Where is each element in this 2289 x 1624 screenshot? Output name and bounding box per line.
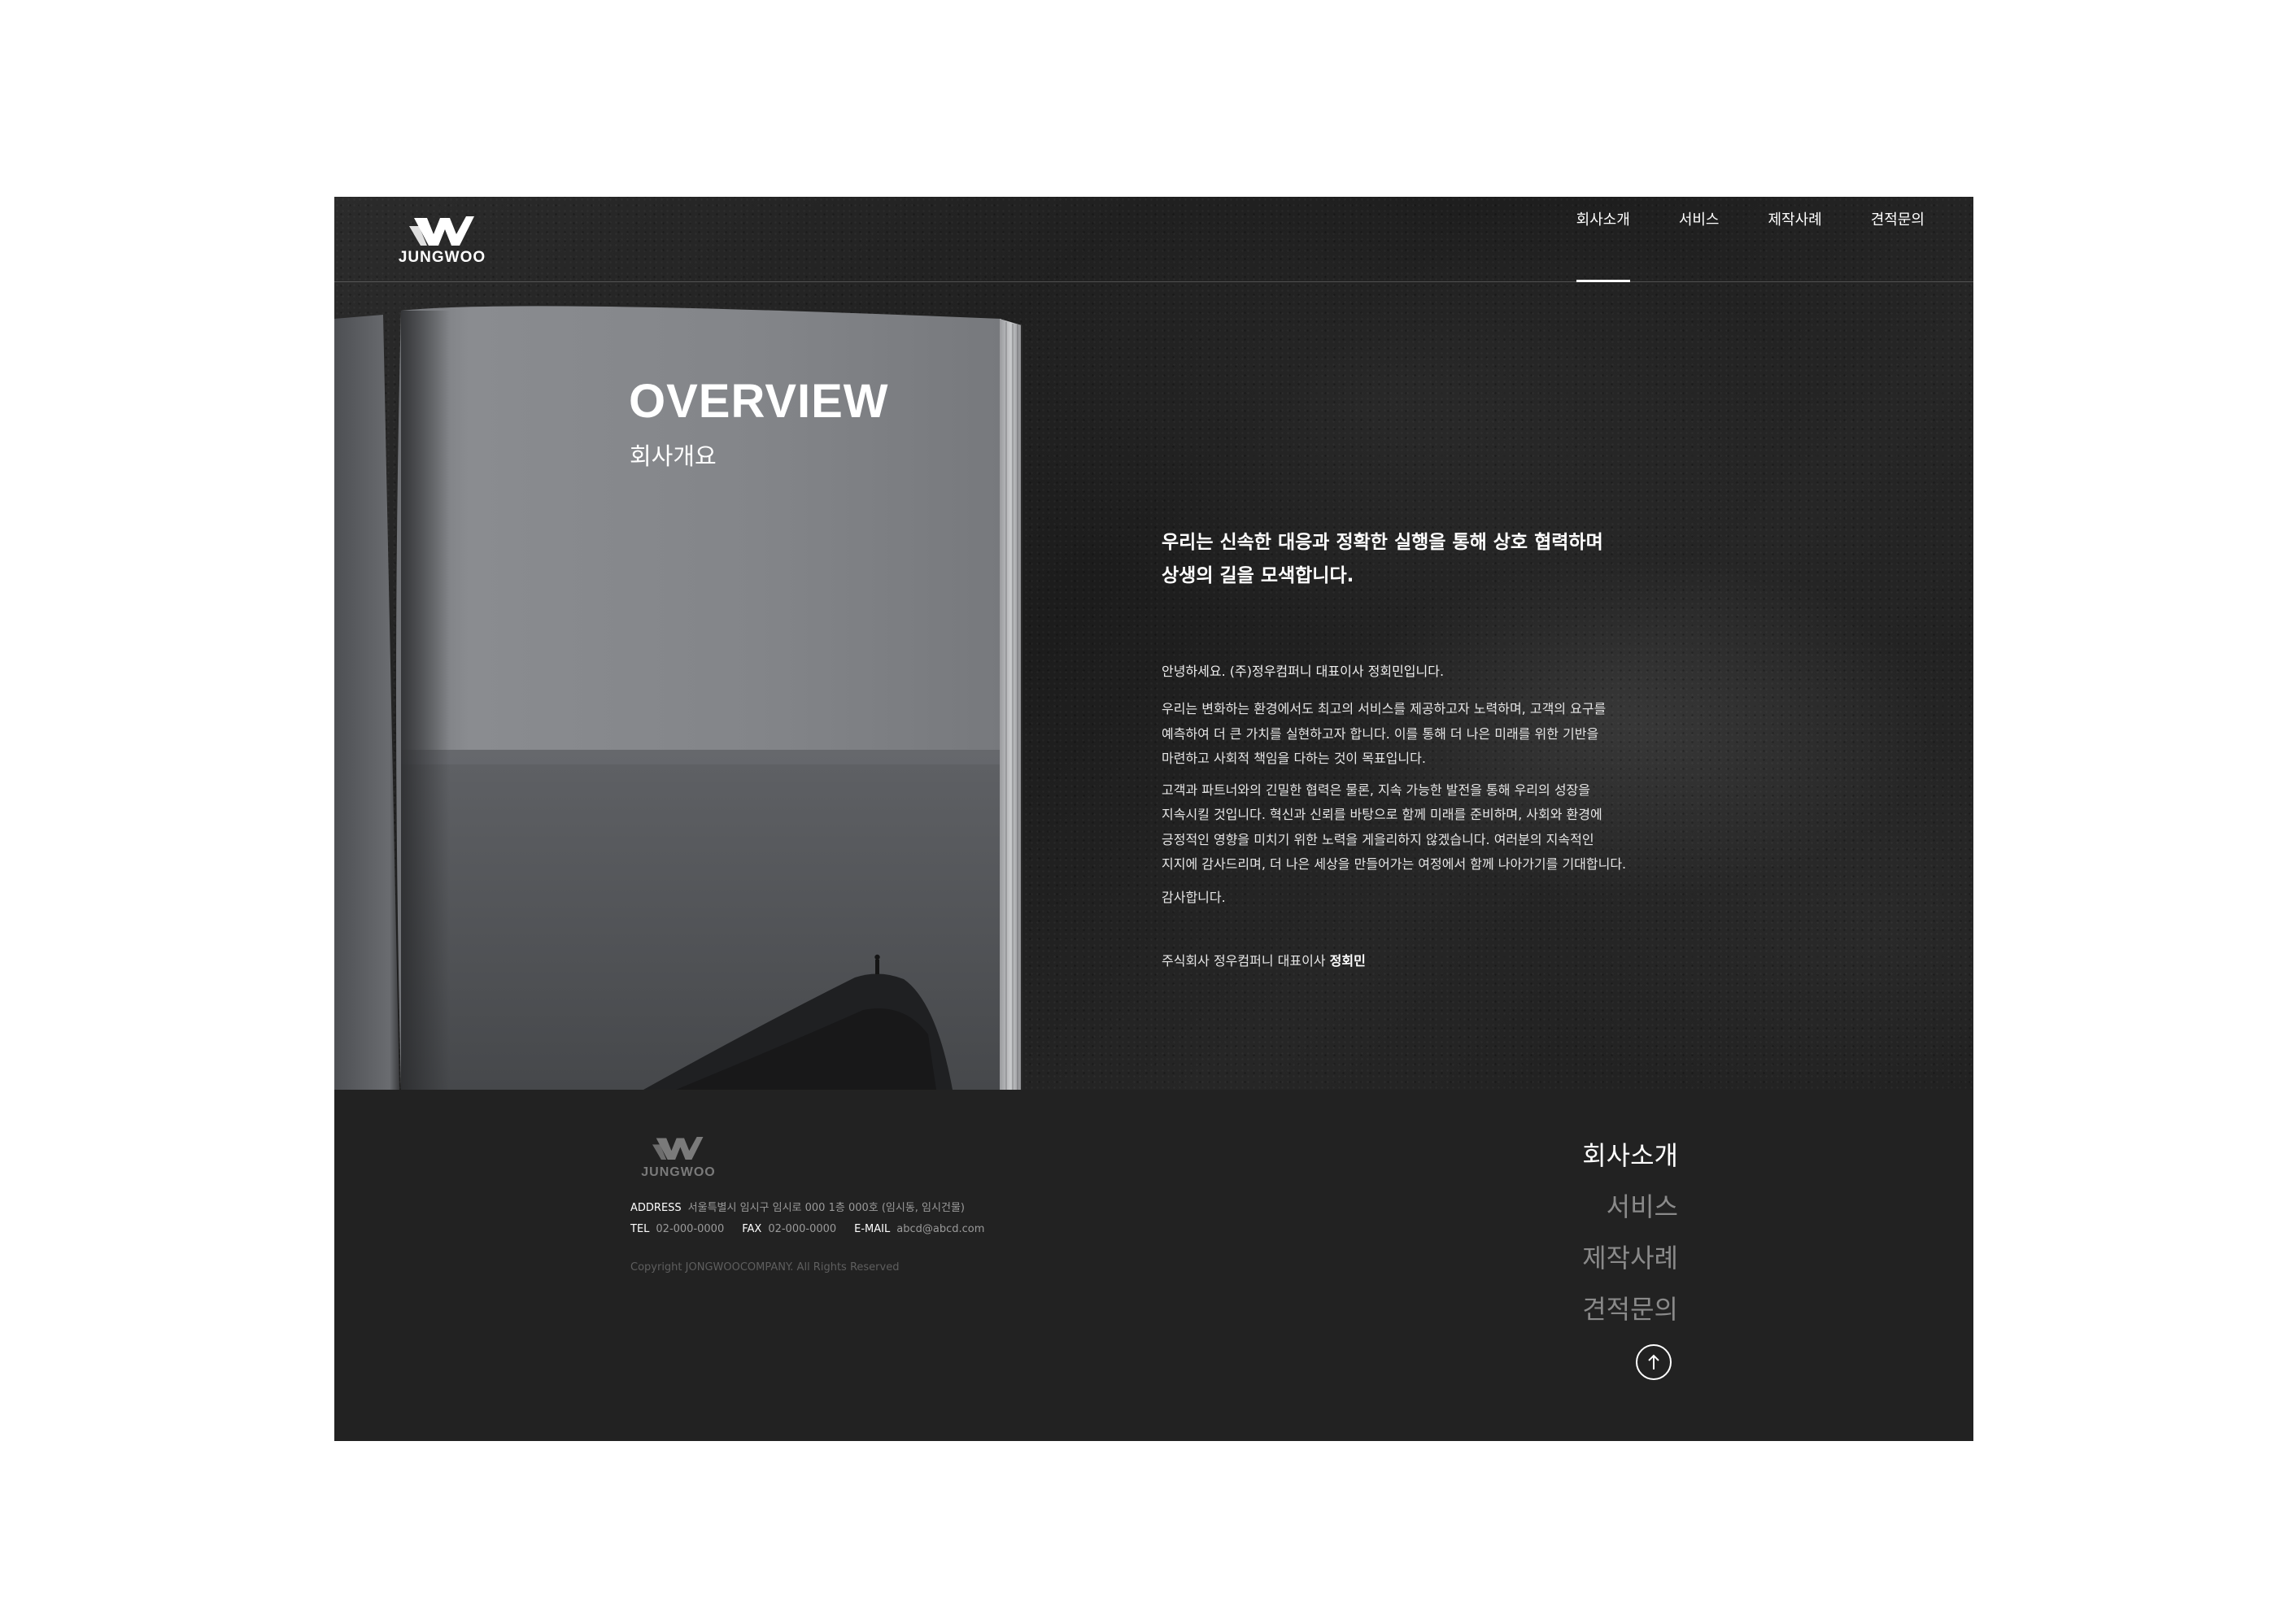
brand-logo[interactable]: JUNGWOO	[383, 215, 501, 267]
contact-row: TEL 02-000-0000 FAX 02-000-0000 E-MAIL abcd@a…	[630, 1219, 984, 1240]
footer-nav-portfolio[interactable]: 제작사례	[1582, 1233, 1678, 1284]
greeting-text: 안녕하세요. (주)정우컴퍼니 대표이사 정회민입니다.	[1162, 664, 1445, 679]
site-header: JUNGWOO 회사소개 서비스 제작사례 견적문의	[334, 197, 1973, 282]
address-row: ADDRESS 서울특별시 임시구 임시로 000 1층 000호 (임시동, 임…	[630, 1198, 984, 1219]
company-info: ADDRESS 서울특별시 임시구 임시로 000 1층 000호 (임시동, 임…	[630, 1198, 984, 1240]
footer-nav: 회사소개 서비스 제작사례 견적문의	[1582, 1130, 1678, 1335]
site-footer: JUNGWOO ADDRESS 서울특별시 임시구 임시로 000 1층 000호…	[334, 1090, 1973, 1441]
brand-wordmark: JUNGWOO	[398, 249, 486, 266]
message-paragraph-1: 우리는 변화하는 환경에서도 최고의 서비스를 제공하고자 노력하며, 고객의 …	[1162, 697, 1698, 772]
ceo-message: 우리는 신속한 대응과 정확한 실행을 통해 상호 협력하며 상생의 길을 모색…	[1162, 526, 1698, 973]
footer-logo[interactable]: JUNGWOO	[630, 1135, 727, 1181]
para1-line: 예측하여 더 큰 가치를 실현하고자 합니다. 이를 통해 더 나은 미래를 위…	[1162, 725, 1599, 742]
address-label: ADDRESS	[630, 1202, 682, 1214]
hero-section: OVERVIEW 회사개요 JUNGWOO 회사소개 서비스 제작사례 견적문의…	[334, 197, 1973, 1090]
footer-nav-estimate[interactable]: 견적문의	[1582, 1284, 1678, 1335]
para2-line: 고객과 파트너와의 긴밀한 협력은 물론, 지속 가능한 발전을 통해 우리의 …	[1162, 782, 1590, 798]
page-frame: OVERVIEW 회사개요 JUNGWOO 회사소개 서비스 제작사례 견적문의…	[334, 197, 1973, 1441]
thanks-text: 감사합니다.	[1162, 889, 1226, 905]
para1-line: 우리는 변화하는 환경에서도 최고의 서비스를 제공하고자 노력하며, 고객의 …	[1162, 701, 1607, 716]
para2-line: 지지에 감사드리며, 더 나은 세상을 만들어가는 여정에서 함께 나아가기를 …	[1162, 856, 1627, 872]
copyright-text: Copyright JONGWOOCOMPANY. All Rights Res…	[630, 1261, 900, 1274]
footer-nav-service[interactable]: 서비스	[1582, 1182, 1678, 1233]
arrow-up-icon	[1648, 1354, 1659, 1369]
para2-line: 긍정적인 영향을 미치기 위한 노력을 게을리하지 않겠습니다. 여러분의 지속…	[1162, 831, 1594, 847]
signature: 주식회사 정우컴퍼니 대표이사 정회민	[1162, 949, 1698, 973]
book-mockup-image: OVERVIEW 회사개요	[334, 197, 1066, 1090]
para2-line: 지속시킬 것입니다. 혁신과 신뢰를 바탕으로 함께 미래를 준비하며, 사회와…	[1162, 807, 1602, 822]
nav-item-service[interactable]: 서비스	[1679, 197, 1720, 281]
jungwoo-w-mark-icon	[652, 1136, 704, 1160]
email-label: E-MAIL	[854, 1223, 891, 1235]
tel-value: 02-000-0000	[656, 1223, 725, 1235]
nav-item-estimate[interactable]: 견적문의	[1871, 197, 1925, 281]
scroll-top-button[interactable]	[1636, 1344, 1672, 1380]
message-headline: 우리는 신속한 대응과 정확한 실행을 통해 상호 협력하며 상생의 길을 모색…	[1162, 526, 1698, 593]
signature-name: 정회민	[1329, 952, 1366, 969]
fax-value: 02-000-0000	[768, 1223, 837, 1235]
footer-nav-company[interactable]: 회사소개	[1582, 1130, 1678, 1182]
message-paragraph-2: 고객과 파트너와의 긴밀한 협력은 물론, 지속 가능한 발전을 통해 우리의 …	[1162, 778, 1698, 877]
nav-item-company[interactable]: 회사소개	[1576, 197, 1631, 282]
nav-item-portfolio[interactable]: 제작사례	[1768, 197, 1822, 281]
headline-line-2: 상생의 길을 모색합니다.	[1162, 565, 1354, 586]
address-value: 서울특별시 임시구 임시로 000 1층 000호 (임시동, 임시건물)	[687, 1202, 965, 1214]
jungwoo-w-mark-icon	[409, 216, 474, 246]
overview-title: OVERVIEW	[629, 375, 889, 428]
signature-prefix: 주식회사 정우컴퍼니 대표이사	[1162, 952, 1326, 969]
tel-label: TEL	[630, 1223, 650, 1235]
headline-line-1: 우리는 신속한 대응과 정확한 실행을 통해 상호 협력하며	[1162, 532, 1603, 553]
main-nav: 회사소개 서비스 제작사례 견적문의	[1528, 197, 1925, 282]
fax-label: FAX	[742, 1223, 762, 1235]
overview-subtitle: 회사개요	[630, 442, 717, 470]
para1-line: 마련하고 사회적 책임을 다하는 것이 목표입니다.	[1162, 751, 1426, 766]
email-value[interactable]: abcd@abcd.com	[896, 1223, 984, 1235]
footer-wordmark: JUNGWOO	[641, 1165, 716, 1179]
